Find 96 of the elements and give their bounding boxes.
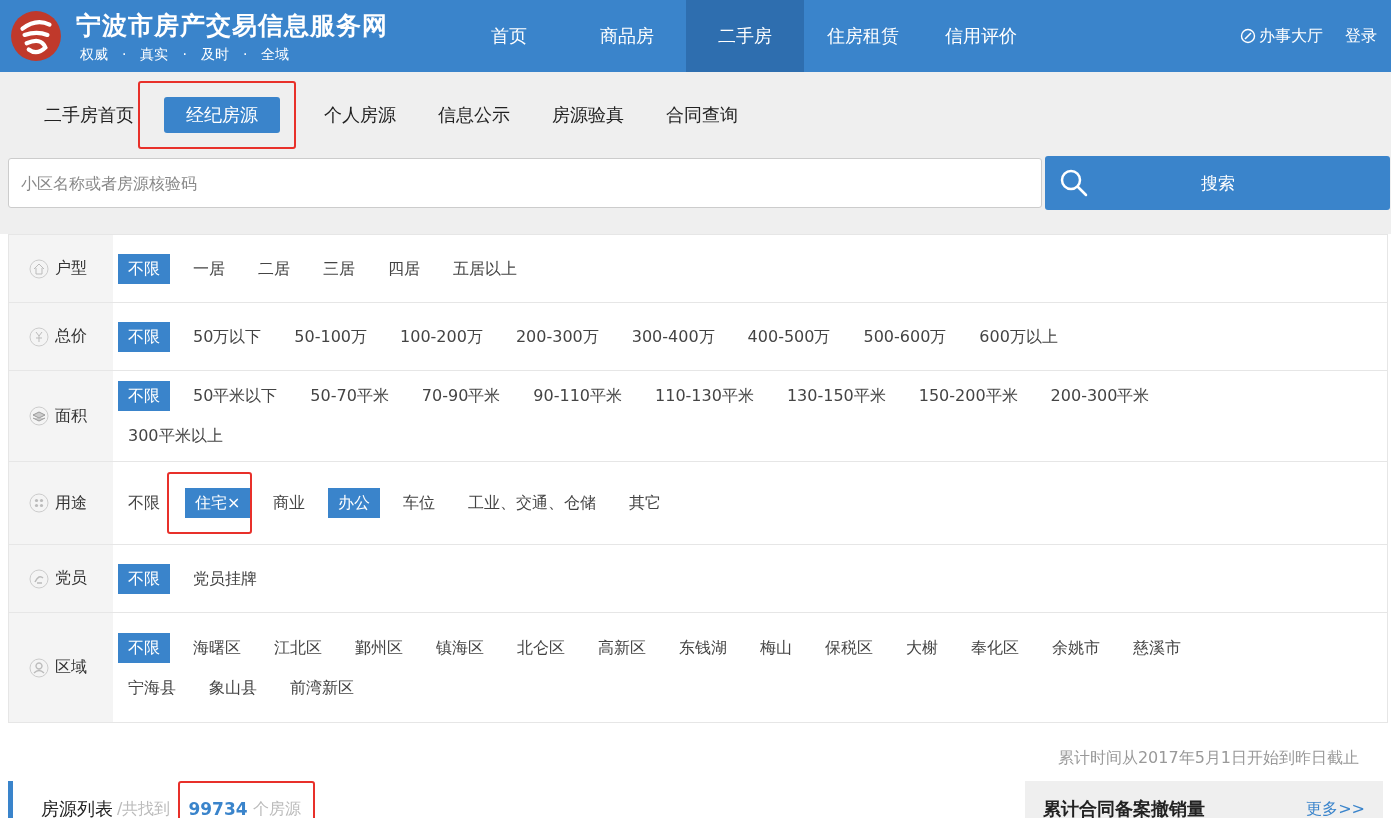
service-hall-link[interactable]: 办事大厅 xyxy=(1240,25,1323,47)
filter-option[interactable]: 不限 xyxy=(118,563,170,594)
nav-tab[interactable]: 二手房 xyxy=(686,0,804,72)
nav-tab[interactable]: 首页 xyxy=(450,0,568,72)
filter-option[interactable]: 鄞州区 xyxy=(345,632,413,663)
filter-option[interactable]: 商业 xyxy=(263,488,316,518)
filter-label: 党员 xyxy=(55,568,87,589)
search-icon xyxy=(1059,168,1089,198)
slogan-text: 权威 xyxy=(80,45,108,64)
filter-option[interactable]: 其它 xyxy=(619,488,672,518)
filter-option[interactable]: 不限 xyxy=(118,488,170,518)
filter-category-icon xyxy=(29,326,49,347)
filter-option[interactable]: 工业、交通、仓储 xyxy=(458,488,607,518)
filter-option[interactable]: 住宅× xyxy=(185,488,251,518)
filter-option[interactable]: 办公 xyxy=(328,488,381,518)
filter-category-icon xyxy=(29,406,49,426)
filter-category-icon xyxy=(29,258,49,279)
slogan-text: · xyxy=(122,45,127,64)
filter-label: 区域 xyxy=(55,657,87,678)
filter-option[interactable]: 200-300万 xyxy=(505,321,609,352)
filter-label: 总价 xyxy=(55,326,87,347)
filter-option[interactable]: 前湾新区 xyxy=(280,672,364,703)
filter-option[interactable]: 100-200万 xyxy=(390,321,493,352)
date-note: 累计时间从2017年5月1日开始到昨日截止 xyxy=(1056,747,1360,769)
result-prefix: /共找到 xyxy=(117,798,171,818)
filter-option[interactable]: 200-300平米 xyxy=(1040,381,1160,411)
filter-category-icon xyxy=(29,493,49,513)
filter-option[interactable]: 保税区 xyxy=(815,632,883,663)
panel-title: 累计合同备案撤销量 xyxy=(1043,797,1205,818)
filter-option[interactable]: 四居 xyxy=(378,253,430,284)
slogan-text: · xyxy=(242,45,248,64)
filter-option[interactable]: 奉化区 xyxy=(961,632,1029,663)
filter-option[interactable]: 50平米以下 xyxy=(183,381,288,411)
filter-label: 户型 xyxy=(55,258,87,279)
result-suffix: 个房源 xyxy=(252,798,301,818)
result-title: 房源列表 xyxy=(41,797,113,818)
filter-option[interactable]: 70-90平米 xyxy=(411,381,511,411)
filter-option[interactable]: 600万以上 xyxy=(969,321,1068,352)
filter-option[interactable]: 江北区 xyxy=(264,632,332,663)
filter-option[interactable]: 110-130平米 xyxy=(645,381,764,411)
filter-option[interactable]: 150-200平米 xyxy=(908,381,1028,411)
filter-option[interactable]: 不限 xyxy=(118,253,170,284)
filter-option[interactable]: 海曙区 xyxy=(183,632,251,663)
filter-option[interactable]: 50-70平米 xyxy=(300,381,399,411)
slogan-text: 及时 xyxy=(200,45,229,64)
filter-option[interactable]: 90-110平米 xyxy=(523,381,633,411)
compass-icon xyxy=(1240,28,1256,44)
subnav-tab[interactable]: 二手房首页 xyxy=(30,97,148,133)
filter-category-icon xyxy=(29,568,49,589)
subnav-tab[interactable]: 经纪房源 xyxy=(164,97,280,133)
filter-option[interactable]: 梅山 xyxy=(750,632,802,663)
filter-option[interactable]: 北仑区 xyxy=(507,632,575,663)
filter-option[interactable]: 三居 xyxy=(313,253,365,284)
subnav-tab[interactable]: 个人房源 xyxy=(310,97,410,133)
filter-option[interactable]: 不限 xyxy=(118,381,170,411)
filter-option[interactable]: 不限 xyxy=(118,321,170,352)
filter-category-icon xyxy=(29,657,49,678)
filter-option[interactable]: 党员挂牌 xyxy=(183,563,267,594)
slogan-text: · xyxy=(182,45,187,64)
logo-icon xyxy=(10,10,62,62)
filter-option[interactable]: 宁海县 xyxy=(118,672,186,703)
search-field[interactable]: 小区名称或者房源核验码 xyxy=(8,158,1042,208)
filter-option[interactable]: 余姚市 xyxy=(1042,632,1110,663)
filter-option[interactable]: 50-100万 xyxy=(284,321,378,352)
filter-option[interactable]: 300平米以上 xyxy=(118,421,233,451)
filter-option[interactable]: 镇海区 xyxy=(426,632,494,663)
filter-label: 面积 xyxy=(55,405,87,427)
filter-option[interactable]: 五居以上 xyxy=(443,253,527,284)
filter-option[interactable]: 二居 xyxy=(248,253,300,284)
nav-tab[interactable]: 住房租赁 xyxy=(804,0,922,72)
login-link[interactable]: 登录 xyxy=(1345,25,1377,47)
slogan-text: 真实 xyxy=(140,45,169,64)
subnav-tab[interactable]: 合同查询 xyxy=(652,97,752,133)
filter-option[interactable]: 象山县 xyxy=(199,672,267,703)
filter-option[interactable]: 50万以下 xyxy=(183,321,272,352)
site-title: 宁波市房产交易信息服务网 xyxy=(76,9,388,42)
filter-option[interactable]: 慈溪市 xyxy=(1123,632,1191,663)
result-count: 99734 xyxy=(188,799,248,818)
filter-option[interactable]: 大榭 xyxy=(896,632,948,663)
filter-label: 用途 xyxy=(55,492,87,514)
slogan-text: 全域 xyxy=(261,45,290,64)
filter-option[interactable]: 不限 xyxy=(118,632,170,663)
filter-option[interactable]: 车位 xyxy=(393,488,446,518)
search-button[interactable]: 搜索 xyxy=(1045,156,1390,210)
nav-tab[interactable]: 商品房 xyxy=(568,0,686,72)
filter-option[interactable]: 东钱湖 xyxy=(669,632,737,663)
filter-option[interactable]: 400-500万 xyxy=(737,321,841,352)
more-link[interactable]: 更多>> xyxy=(1306,798,1365,818)
subnav-tab[interactable]: 信息公示 xyxy=(424,97,524,133)
filter-option[interactable]: 300-400万 xyxy=(621,321,725,352)
filter-option[interactable]: 500-600万 xyxy=(853,321,957,352)
subnav-tab[interactable]: 房源验真 xyxy=(538,97,638,133)
filter-option[interactable]: 高新区 xyxy=(588,632,656,663)
filter-option[interactable]: 130-150平米 xyxy=(776,381,896,411)
nav-tab[interactable]: 信用评价 xyxy=(922,0,1040,72)
filter-option[interactable]: 一居 xyxy=(183,253,235,284)
